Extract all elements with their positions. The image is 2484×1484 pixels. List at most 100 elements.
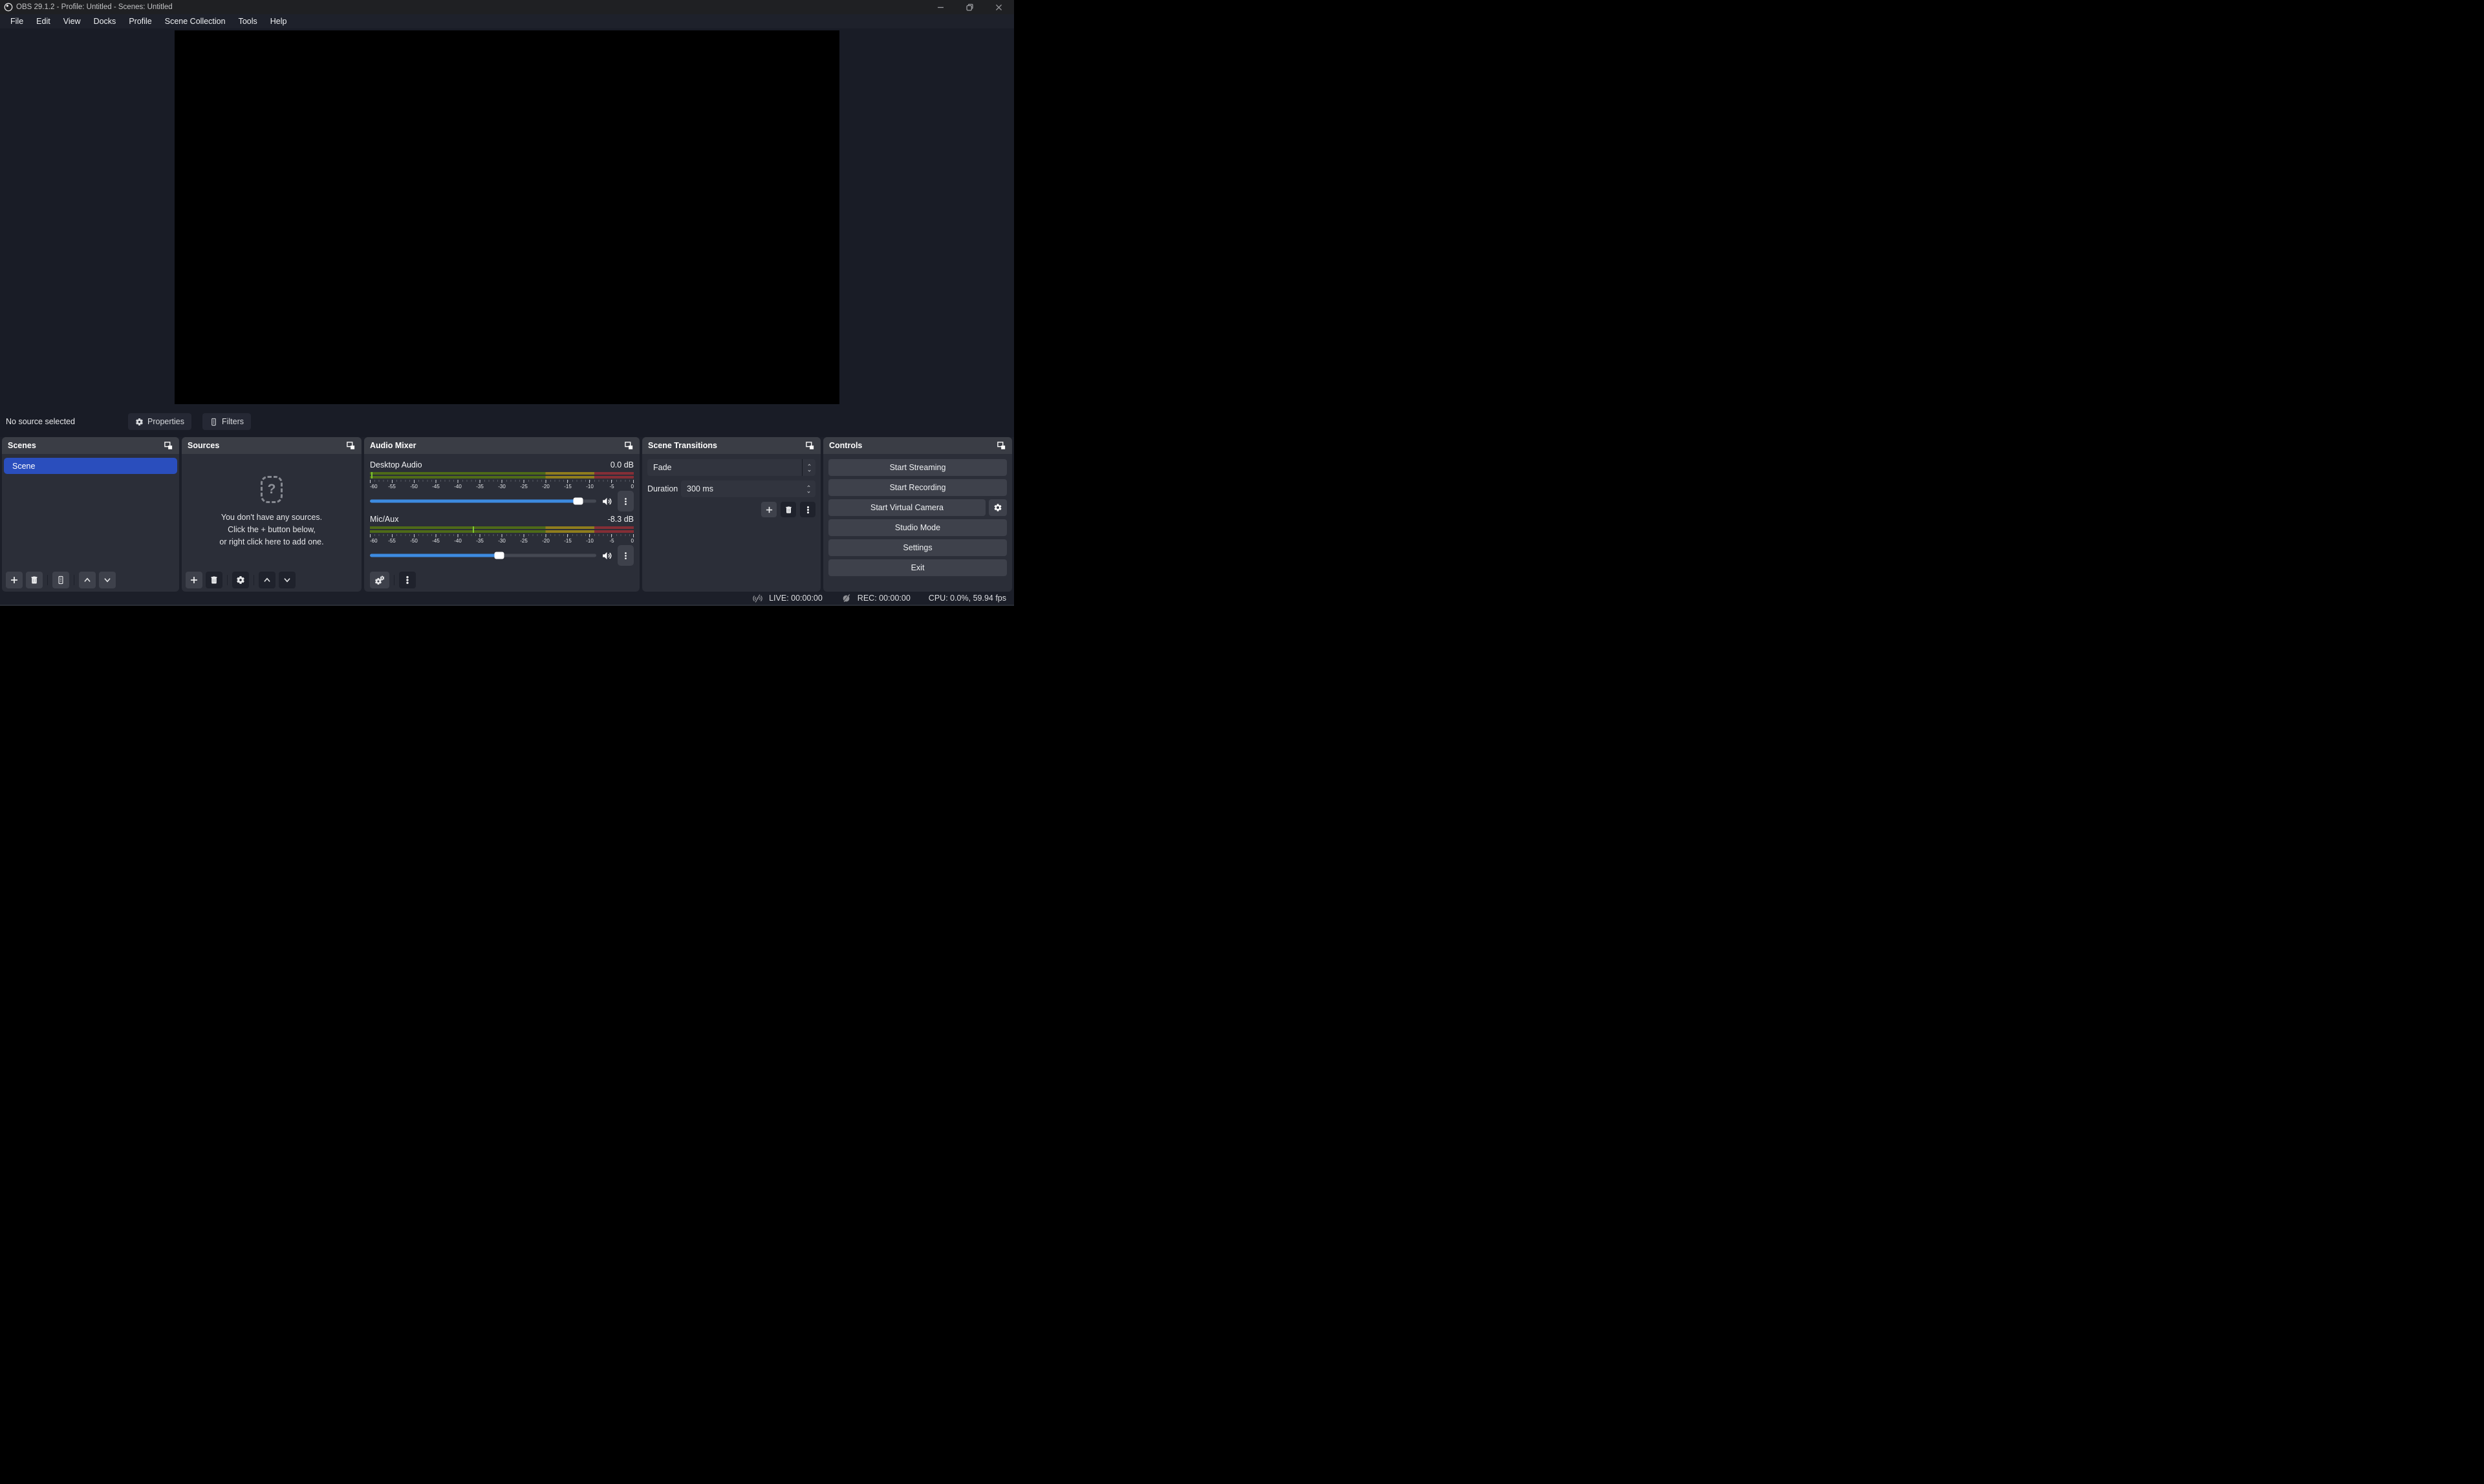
- status-bar: LIVE: 00:00:00 REC: 00:00:00 CPU: 0.0%, …: [0, 592, 1014, 606]
- studio-mode-button[interactable]: Studio Mode: [828, 519, 1007, 536]
- popout-icon[interactable]: [624, 441, 634, 451]
- move-source-up-button[interactable]: [259, 572, 275, 588]
- move-source-down-button[interactable]: [279, 572, 296, 588]
- meter-ruler: [370, 534, 634, 537]
- menu-bar: FileEditViewDocksProfileScene Collection…: [0, 14, 1014, 28]
- remove-source-button[interactable]: [206, 572, 222, 588]
- settings-button[interactable]: Settings: [828, 539, 1007, 556]
- mixer-menu-button[interactable]: [399, 572, 416, 588]
- filters-button[interactable]: Filters: [202, 413, 251, 430]
- start-recording-button[interactable]: Start Recording: [828, 479, 1007, 496]
- channel-menu-button[interactable]: [618, 491, 634, 511]
- menu-item[interactable]: Profile: [122, 14, 158, 28]
- scene-transitions-panel: Scene Transitions Fade Duration 300 ms: [642, 437, 821, 592]
- popout-icon[interactable]: [346, 441, 356, 451]
- scale-tick-label: -55: [388, 484, 396, 489]
- channel-level: -8.3 dB: [608, 515, 634, 524]
- controls-panel: Controls Start Streaming Start Recording…: [823, 437, 1012, 592]
- audio-mixer-panel: Audio Mixer Desktop Audio 0.0 dB: [364, 437, 640, 592]
- move-scene-down-button[interactable]: [99, 572, 116, 588]
- sources-empty-state: ? You don't have any sources. Click the …: [182, 457, 362, 567]
- meter-ruler: [370, 480, 634, 483]
- stream-status-icon: [752, 594, 763, 603]
- channel-name: Desktop Audio: [370, 460, 422, 469]
- scene-filters-button[interactable]: [52, 572, 69, 588]
- channel-level: 0.0 dB: [610, 460, 634, 469]
- restore-button[interactable]: [965, 3, 975, 12]
- menu-item[interactable]: Scene Collection: [158, 14, 232, 28]
- scale-tick-label: -5: [609, 484, 614, 489]
- sources-toolbar: [186, 572, 296, 588]
- obs-window: OBS 29.1.2 - Profile: Untitled - Scenes:…: [0, 0, 1014, 606]
- scale-tick-label: -55: [388, 538, 396, 544]
- volume-meter: [370, 526, 634, 533]
- volume-meter: [370, 472, 634, 479]
- transition-select[interactable]: Fade: [647, 459, 815, 476]
- scale-tick-label: -50: [410, 484, 418, 489]
- start-virtual-camera-button[interactable]: Start Virtual Camera: [828, 499, 986, 516]
- source-properties-button[interactable]: [232, 572, 249, 588]
- audio-mixer-panel-header: Audio Mixer: [364, 437, 640, 454]
- channel-menu-button[interactable]: [618, 545, 634, 566]
- cpu-fps-stats: CPU: 0.0%, 59.94 fps: [929, 594, 1006, 603]
- transition-properties-button[interactable]: [800, 502, 815, 517]
- title-bar: OBS 29.1.2 - Profile: Untitled - Scenes:…: [0, 0, 1014, 14]
- remove-scene-button[interactable]: [26, 572, 43, 588]
- menu-item[interactable]: Docks: [87, 14, 123, 28]
- scene-transitions-panel-header: Scene Transitions: [642, 437, 821, 454]
- duration-label: Duration: [647, 484, 681, 493]
- meter-scale: -60-55-50-45-40-35-30-25-20-15-10-50: [370, 484, 634, 491]
- menu-item[interactable]: File: [4, 14, 30, 28]
- menu-item[interactable]: Edit: [30, 14, 57, 28]
- scale-tick-label: -60: [370, 538, 378, 544]
- add-source-button[interactable]: [186, 572, 202, 588]
- popout-icon[interactable]: [164, 441, 173, 451]
- volume-slider-handle[interactable]: [574, 498, 583, 505]
- scale-tick-label: -25: [520, 484, 528, 489]
- duration-spinner[interactable]: [802, 480, 815, 497]
- rec-time: REC: 00:00:00: [858, 594, 911, 603]
- mute-button[interactable]: [601, 550, 612, 561]
- scale-tick-label: -25: [520, 538, 528, 544]
- obs-logo-icon: [4, 3, 13, 12]
- filter-icon: [210, 418, 218, 426]
- virtual-camera-config-button[interactable]: [989, 499, 1007, 516]
- start-streaming-button[interactable]: Start Streaming: [828, 459, 1007, 476]
- scenes-toolbar: [6, 572, 116, 588]
- scale-tick-label: -10: [586, 538, 594, 544]
- volume-slider-handle[interactable]: [494, 552, 504, 559]
- duration-spinbox[interactable]: 300 ms: [681, 480, 815, 497]
- properties-button[interactable]: Properties: [128, 413, 191, 430]
- scale-tick-label: -10: [586, 484, 594, 489]
- scale-tick-label: -20: [542, 484, 550, 489]
- exit-button[interactable]: Exit: [828, 559, 1007, 576]
- meter-peak-indicator: [473, 526, 474, 533]
- transition-select-spinner[interactable]: [802, 459, 815, 476]
- menu-item[interactable]: View: [57, 14, 87, 28]
- mixer-toolbar: [370, 572, 416, 588]
- volume-slider[interactable]: [370, 547, 596, 564]
- scale-tick-label: 0: [631, 484, 634, 489]
- add-transition-button[interactable]: [761, 502, 777, 517]
- preview-canvas[interactable]: [175, 30, 839, 404]
- move-scene-up-button[interactable]: [79, 572, 96, 588]
- advanced-audio-properties-button[interactable]: [370, 572, 389, 588]
- popout-icon[interactable]: [805, 441, 815, 451]
- scale-tick-label: -5: [609, 538, 614, 544]
- add-scene-button[interactable]: [6, 572, 23, 588]
- minimize-button[interactable]: [936, 3, 945, 12]
- double-gear-icon: [374, 575, 385, 585]
- menu-item[interactable]: Help: [264, 14, 294, 28]
- close-button[interactable]: [994, 3, 1004, 12]
- scene-list-item[interactable]: Scene: [4, 458, 177, 474]
- popout-icon[interactable]: [997, 441, 1006, 451]
- menu-item[interactable]: Tools: [232, 14, 264, 28]
- mute-button[interactable]: [601, 496, 612, 507]
- volume-slider[interactable]: [370, 493, 596, 510]
- meter-peak-indicator: [371, 472, 373, 479]
- scale-tick-label: -30: [498, 484, 506, 489]
- channel-name: Mic/Aux: [370, 515, 398, 524]
- scale-tick-label: -45: [432, 538, 440, 544]
- remove-transition-button[interactable]: [781, 502, 796, 517]
- toolbar-separator: [47, 575, 48, 585]
